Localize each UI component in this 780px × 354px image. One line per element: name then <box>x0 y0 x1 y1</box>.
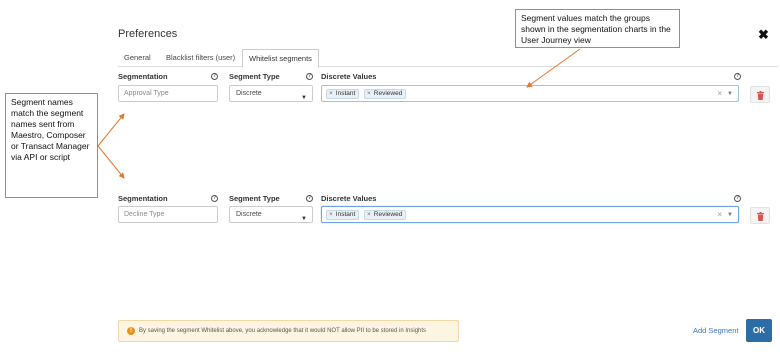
segmentation-header: Segmentation <box>118 194 168 203</box>
segmentation-input[interactable]: Approval Type <box>118 85 218 102</box>
chip-remove-icon[interactable]: × <box>329 211 333 218</box>
segment-type-value: Discrete <box>236 211 262 218</box>
value-chip: × Reviewed <box>364 89 407 99</box>
ok-button[interactable]: OK <box>746 319 772 342</box>
value-chip: × Instant <box>326 89 360 99</box>
close-icon[interactable]: ✖ <box>758 28 769 41</box>
chevron-down-icon: ▼ <box>301 216 307 222</box>
help-icon[interactable]: ? <box>306 73 313 80</box>
clear-icon[interactable]: × <box>717 210 722 219</box>
pii-notice-text: By saving the segment Whitelist above, y… <box>139 328 427 334</box>
segment-type-select[interactable]: Discrete ▼ <box>229 85 313 102</box>
tab-blacklist-filters[interactable]: Blacklist filters (user) <box>160 49 241 67</box>
help-icon[interactable]: ? <box>306 195 313 202</box>
tab-whitelist-segments[interactable]: Whitelist segments <box>242 49 319 68</box>
help-icon[interactable]: ? <box>211 195 218 202</box>
discrete-values-header: Discrete Values <box>321 72 377 81</box>
help-icon[interactable]: ? <box>734 73 741 80</box>
callout-arrow <box>97 145 125 179</box>
chip-label: Instant <box>335 211 356 218</box>
chip-remove-icon[interactable]: × <box>329 90 333 97</box>
segmentation-input[interactable]: Decline Type <box>118 206 218 223</box>
segment-type-header: Segment Type <box>229 72 280 81</box>
segment-type-select[interactable]: Discrete ▼ <box>229 206 313 223</box>
callout-arrow <box>97 113 125 147</box>
value-chip: × Instant <box>326 210 360 220</box>
segmentation-header: Segmentation <box>118 72 168 81</box>
chip-remove-icon[interactable]: × <box>367 211 371 218</box>
trash-icon <box>757 91 764 100</box>
chip-label: Instant <box>335 90 356 97</box>
discrete-values-multiselect[interactable]: × Instant × Reviewed × ▼ <box>321 206 739 223</box>
callout-segment-names: Segment names match the segment names se… <box>5 93 98 198</box>
tab-bar: General Blacklist filters (user) Whiteli… <box>118 49 778 68</box>
warning-icon: ! <box>127 327 135 335</box>
chevron-down-icon: ▼ <box>301 95 307 101</box>
clear-icon[interactable]: × <box>717 89 722 98</box>
value-chip: × Reviewed <box>364 210 407 220</box>
pii-notice: ! By saving the segment Whitelist above,… <box>118 320 459 342</box>
dialog-title: Preferences <box>118 28 178 40</box>
help-icon[interactable]: ? <box>211 73 218 80</box>
discrete-values-multiselect[interactable]: × Instant × Reviewed × ▼ <box>321 85 739 102</box>
callout-segment-values: Segment values match the groups shown in… <box>515 9 680 48</box>
add-segment-link[interactable]: Add Segment <box>693 326 738 335</box>
trash-icon <box>757 212 764 221</box>
discrete-values-header: Discrete Values <box>321 194 377 203</box>
delete-segment-button[interactable] <box>750 207 770 224</box>
chip-label: Reviewed <box>373 211 403 218</box>
help-icon[interactable]: ? <box>734 195 741 202</box>
chevron-down-icon[interactable]: ▼ <box>727 91 733 97</box>
segment-type-header: Segment Type <box>229 194 280 203</box>
segment-type-value: Discrete <box>236 90 262 97</box>
chip-remove-icon[interactable]: × <box>367 90 371 97</box>
tab-general[interactable]: General <box>118 49 157 67</box>
chip-label: Reviewed <box>373 90 403 97</box>
delete-segment-button[interactable] <box>750 86 770 103</box>
chevron-down-icon[interactable]: ▼ <box>727 212 733 218</box>
